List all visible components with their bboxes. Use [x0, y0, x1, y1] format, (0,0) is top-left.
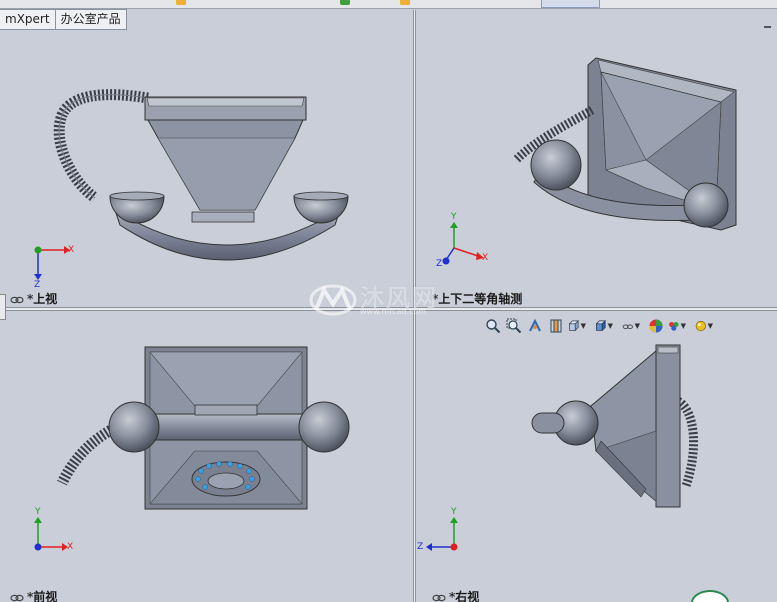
triad-x-label: X: [482, 253, 489, 263]
view-label-front: *前视: [10, 588, 57, 602]
previous-view-icon[interactable]: [526, 317, 544, 335]
section-view-icon[interactable]: [547, 317, 565, 335]
edit-appearance-icon[interactable]: [647, 317, 665, 335]
view-name-dimetric: *上下二等角轴测: [432, 292, 523, 306]
command-icon[interactable]: [176, 0, 186, 5]
view-label-dimetric: *上下二等角轴测: [432, 290, 522, 307]
triad-y-label: Y: [451, 507, 457, 517]
view-name-top: *上视: [27, 292, 58, 306]
heads-up-view-toolbar: ▼ ▼ ▼ ▼ ▼: [484, 316, 713, 336]
zoom-to-fit-icon[interactable]: [484, 317, 502, 335]
command-icon[interactable]: [400, 0, 410, 5]
view-name-front: *前视: [27, 590, 58, 602]
triad-z-label: Z: [34, 280, 41, 290]
vertical-splitter[interactable]: [413, 10, 416, 602]
triad-top: [34, 246, 70, 280]
apply-scene-icon[interactable]: ▼: [668, 317, 686, 335]
selected-command[interactable]: [541, 0, 600, 8]
horizontal-splitter[interactable]: [0, 307, 777, 311]
triad-z-label: Z: [417, 542, 424, 552]
view-label-right: *右视: [432, 588, 479, 602]
pane-collapse-handle[interactable]: [0, 294, 6, 320]
zoom-area-icon[interactable]: [505, 317, 523, 335]
model-top-view: [34, 89, 349, 280]
triad-y-label: Y: [451, 212, 457, 222]
viewport-top[interactable]: X Z *上视: [0, 10, 413, 307]
tab-mxpert[interactable]: mXpert: [0, 9, 56, 30]
viewport-right[interactable]: Y Z *右视: [416, 311, 777, 602]
triad-y-label: Y: [35, 507, 41, 517]
viewport-dimetric[interactable]: Y X Z *上下二等角轴测: [416, 10, 777, 307]
model-dimetric-view: [442, 57, 737, 265]
view-orientation-icon[interactable]: ▼: [568, 317, 586, 335]
top-command-strip: [0, 0, 777, 9]
command-icon[interactable]: [340, 0, 350, 5]
viewport-front[interactable]: Y X *前视: [0, 311, 413, 602]
tab-office-products[interactable]: 办公室产品: [55, 9, 127, 30]
display-style-icon[interactable]: ▼: [595, 317, 613, 335]
model-front-view: [34, 346, 350, 551]
triad-right: [426, 517, 458, 551]
view-settings-icon[interactable]: ▼: [695, 317, 713, 335]
hide-show-items-icon[interactable]: ▼: [622, 317, 640, 335]
triad-front: [34, 517, 68, 551]
triad-x-label: X: [67, 542, 74, 552]
view-name-right: *右视: [449, 590, 480, 602]
tab-bar: mXpert 办公室产品: [0, 9, 127, 30]
view-label-top: *上视: [10, 290, 57, 307]
link-icon[interactable]: [10, 296, 24, 304]
triad-dimetric: [442, 222, 484, 265]
model-right-view: [426, 344, 699, 551]
triad-x-label: X: [68, 245, 75, 255]
minimize-icon[interactable]: [764, 26, 771, 28]
triad-z-label: Z: [436, 259, 443, 269]
link-icon[interactable]: [10, 594, 24, 602]
link-icon[interactable]: [432, 594, 446, 602]
